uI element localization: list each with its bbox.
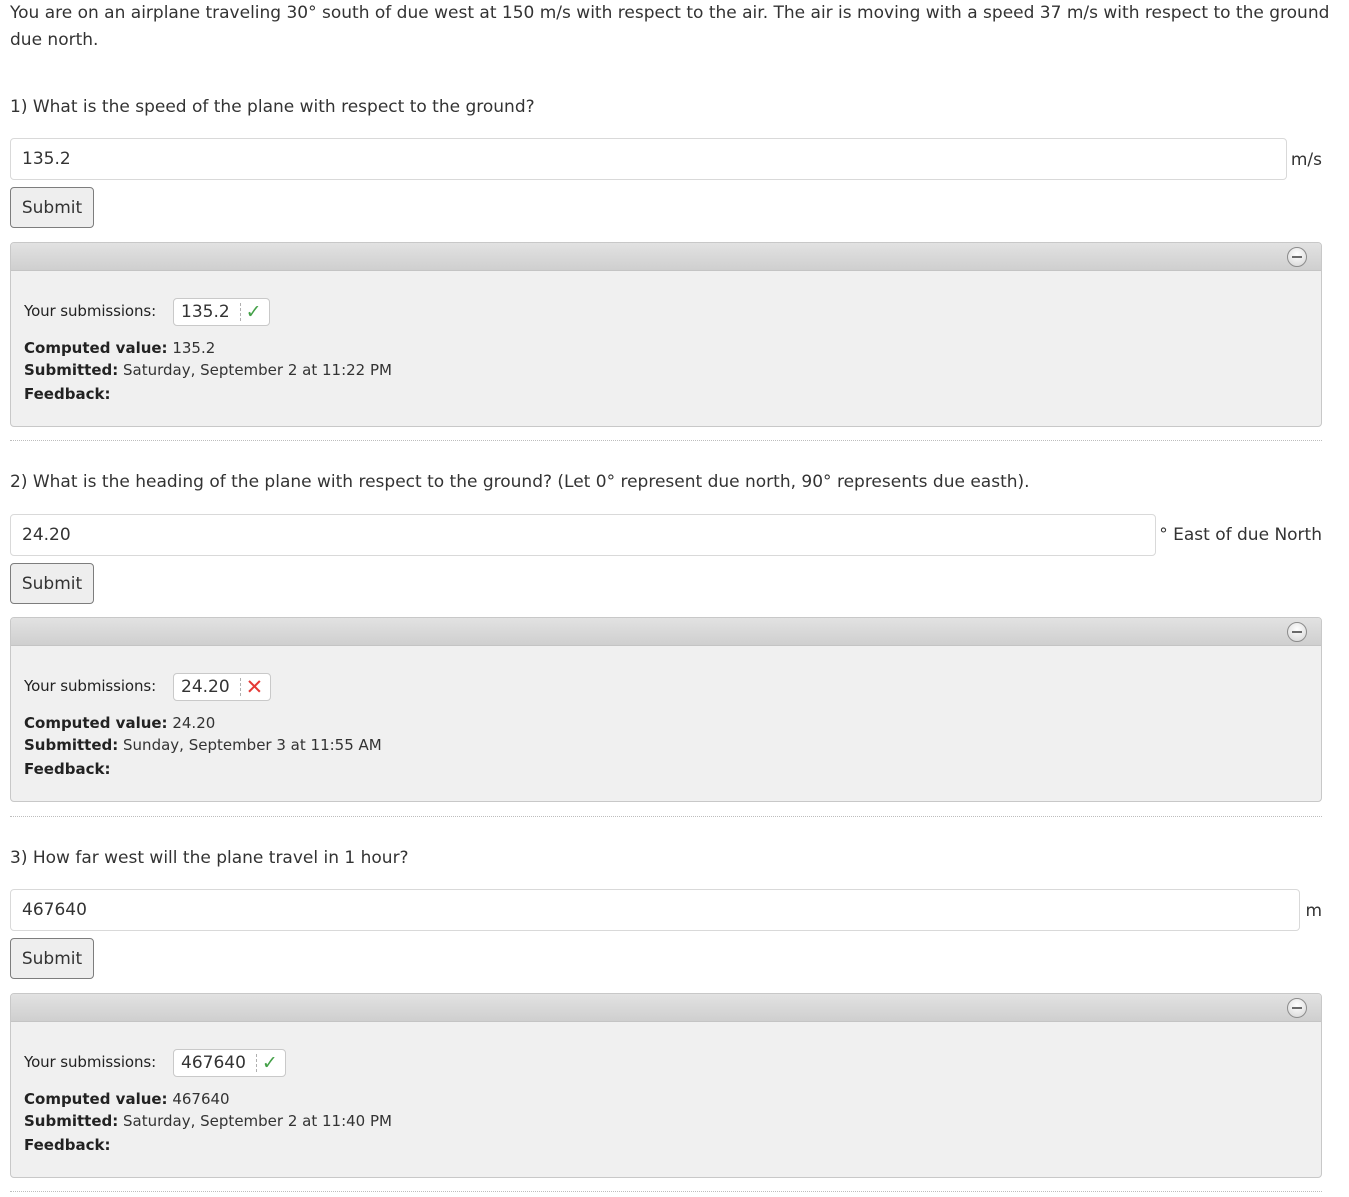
your-submissions-label: Your submissions: [24,677,157,695]
computed-value: 467640 [172,1090,230,1108]
submitted-row: Submitted: Saturday, September 2 at 11:2… [24,361,392,379]
submission-value: 135.2 [181,302,230,322]
collapse-icon[interactable] [1287,247,1307,267]
problem-statement: You are on an airplane traveling 30° sou… [10,3,1330,50]
panel-header[interactable] [11,243,1321,271]
check-icon: ✓ [261,1051,278,1074]
feedback-row: Feedback: [24,760,111,778]
assignment-page: You are on an airplane traveling 30° sou… [0,0,1349,1197]
your-submissions-label: Your submissions: [24,1053,157,1071]
panel-header[interactable] [11,994,1321,1022]
submission-value: 24.20 [181,677,230,697]
submission-value: 467640 [181,1053,246,1073]
question-2: 2) What is the heading of the plane with… [10,472,1030,492]
computed-value-row: Computed value: 135.2 [24,339,216,357]
panel-header[interactable] [11,618,1321,646]
chip-divider [239,678,241,696]
answer-input-2[interactable] [10,514,1156,556]
collapse-icon[interactable] [1287,998,1307,1018]
submission-panel-3: Your submissions: 467640 ✓ Computed valu… [10,993,1322,1178]
computed-value: 135.2 [172,339,216,357]
submitted-row: Submitted: Sunday, September 3 at 11:55 … [24,736,382,754]
feedback-row: Feedback: [24,385,111,403]
submission-panel-2: Your submissions: 24.20 ✕ Computed value… [10,617,1322,802]
part-divider [10,440,1322,441]
collapse-icon[interactable] [1287,622,1307,642]
question-1: 1) What is the speed of the plane with r… [10,97,535,117]
feedback-row: Feedback: [24,1136,111,1154]
chip-divider [239,303,241,321]
your-submissions-label: Your submissions: [24,302,157,320]
unit-label-2: ° East of due North [1159,525,1322,545]
unit-label-1: m/s [1290,150,1322,170]
chip-divider [255,1054,257,1072]
submission-chip[interactable]: 135.2 ✓ [173,298,270,326]
submit-button-1[interactable]: Submit [10,187,94,228]
submit-button-2[interactable]: Submit [10,563,94,604]
computed-value: 24.20 [172,714,216,732]
submission-chip[interactable]: 24.20 ✕ [173,673,272,701]
part-divider [10,1191,1322,1192]
answer-input-3[interactable] [10,889,1300,931]
submitted-timestamp: Saturday, September 2 at 11:22 PM [123,361,392,379]
submission-chip[interactable]: 467640 ✓ [173,1049,286,1077]
cross-icon: ✕ [245,674,264,699]
submission-panel-1: Your submissions: 135.2 ✓ Computed value… [10,242,1322,427]
submit-button-3[interactable]: Submit [10,938,94,979]
question-3: 3) How far west will the plane travel in… [10,848,409,868]
check-icon: ✓ [245,300,262,323]
submitted-timestamp: Sunday, September 3 at 11:55 AM [123,736,382,754]
unit-label-3: m [1305,901,1322,921]
part-divider [10,816,1322,817]
computed-value-row: Computed value: 24.20 [24,714,216,732]
submitted-timestamp: Saturday, September 2 at 11:40 PM [123,1112,392,1130]
answer-input-1[interactable] [10,138,1287,180]
computed-value-row: Computed value: 467640 [24,1090,230,1108]
submitted-row: Submitted: Saturday, September 2 at 11:4… [24,1112,392,1130]
